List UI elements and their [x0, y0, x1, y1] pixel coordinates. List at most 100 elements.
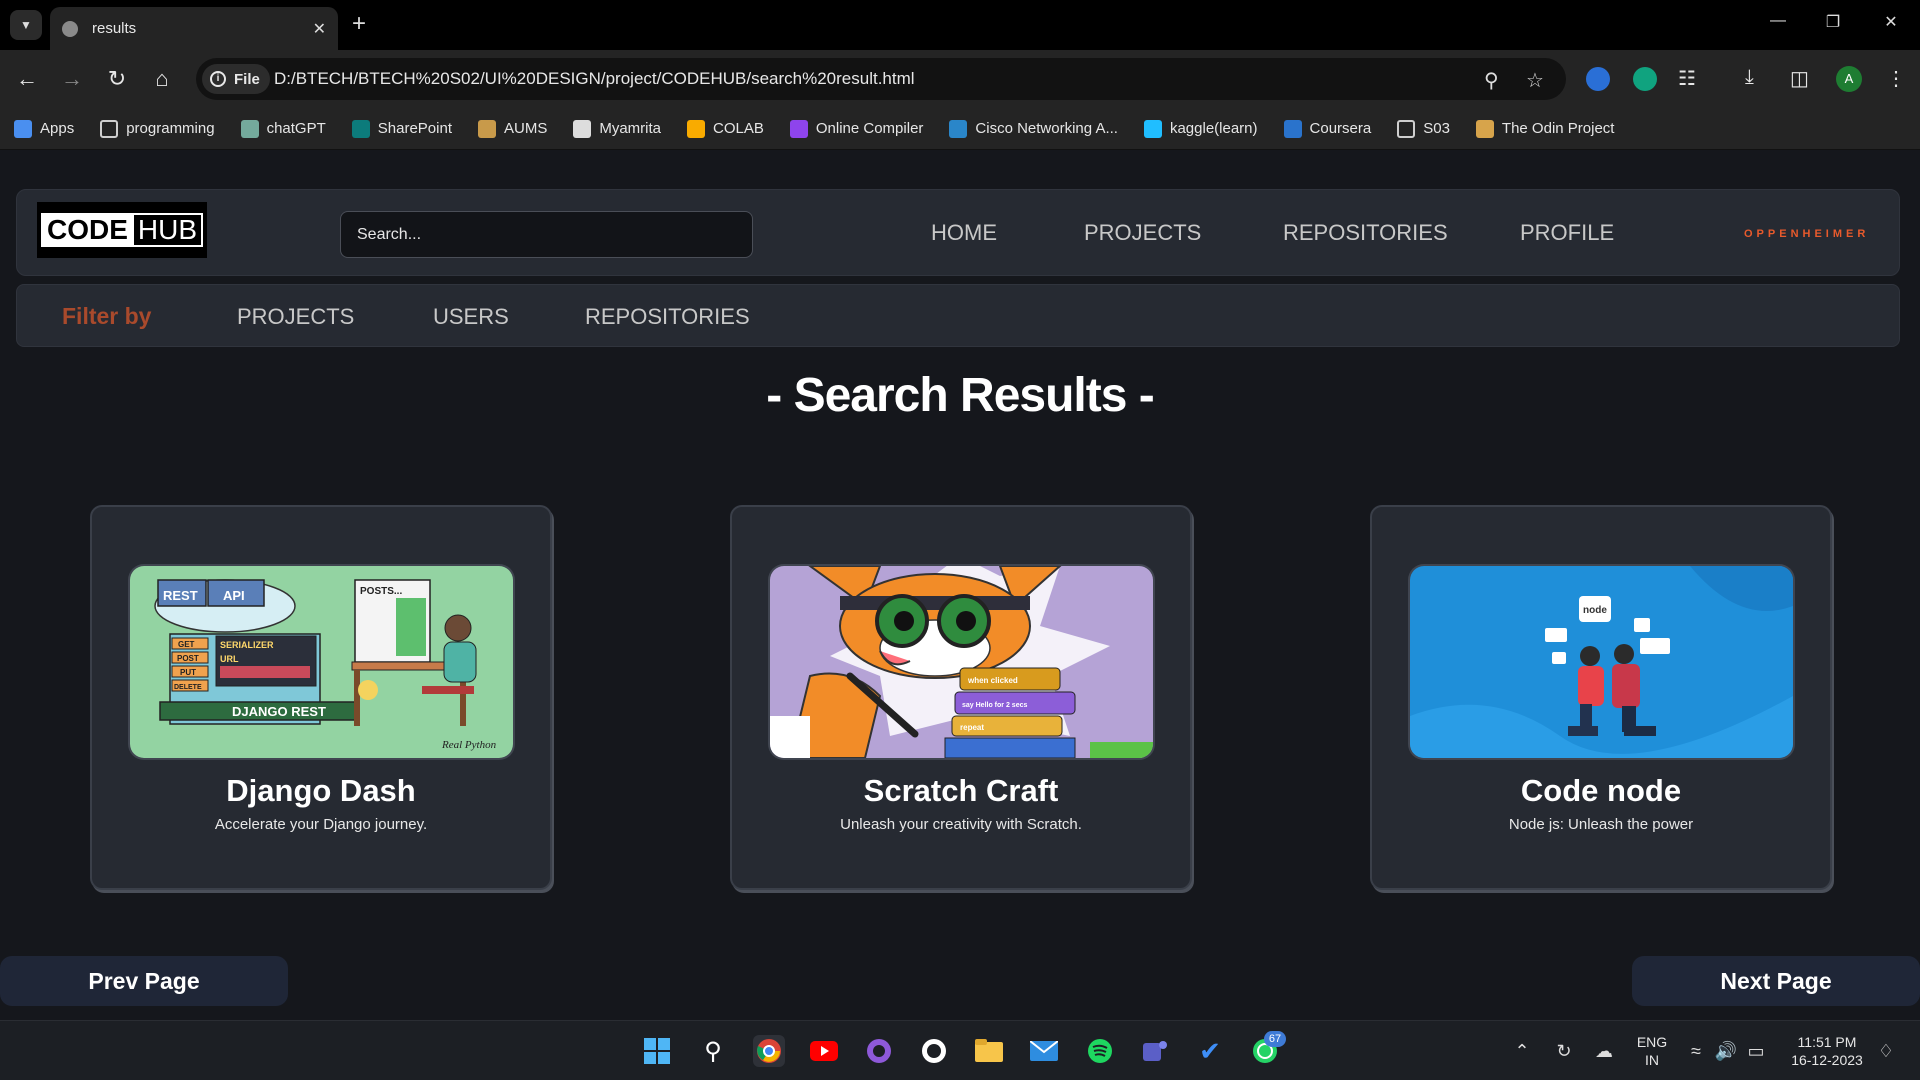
nav-profile[interactable]: PROFILE	[1520, 220, 1614, 246]
nav-repositories[interactable]: REPOSITORIES	[1283, 220, 1448, 246]
codehub-logo[interactable]: CODE HUB	[37, 202, 207, 258]
filter-bar: Filter by PROJECTS USERS REPOSITORIES	[16, 284, 1900, 347]
next-page-button[interactable]: Next Page	[1632, 956, 1920, 1006]
extension-chat-icon[interactable]	[1586, 67, 1610, 91]
prev-page-button[interactable]: Prev Page	[0, 956, 288, 1006]
method-put: PUT	[180, 668, 196, 677]
serializer-text: SERIALIZER	[220, 640, 274, 650]
odin-icon	[1475, 119, 1494, 138]
wifi-icon[interactable]: ≈	[1680, 1035, 1712, 1067]
browser-toolbar: ← → ↻ ⌂ i File D:/BTECH/BTECH%20S02/UI%2…	[0, 50, 1920, 108]
bookmark-item[interactable]: Online Compiler	[789, 119, 923, 138]
mail-icon[interactable]	[1028, 1035, 1060, 1067]
restore-button[interactable]: ❐	[1818, 12, 1848, 32]
filter-projects[interactable]: PROJECTS	[237, 304, 354, 330]
bookmark-star-icon[interactable]: ☆	[1526, 68, 1544, 93]
reload-button[interactable]: ↻	[102, 66, 132, 92]
onedrive-cloud-icon[interactable]: ☁	[1588, 1035, 1620, 1067]
spotify-icon[interactable]	[1084, 1035, 1116, 1067]
filter-label: Filter by	[62, 303, 152, 329]
bookmark-item[interactable]: The Odin Project	[1475, 119, 1614, 138]
project-card-django-dash[interactable]: REST API SERIALIZER URL GET POST PUT DEL…	[90, 505, 552, 890]
bookmark-item[interactable]: Apps	[14, 119, 75, 138]
windows-start-icon[interactable]	[641, 1035, 673, 1067]
battery-icon[interactable]: ▭	[1740, 1035, 1772, 1067]
download-icon[interactable]: ⤓	[1745, 66, 1754, 89]
bookmark-item[interactable]: Coursera	[1283, 119, 1371, 138]
forward-button[interactable]: →	[57, 66, 87, 92]
bookmark-item[interactable]: chatGPT	[240, 119, 326, 138]
notification-bell-icon[interactable]: ♢	[1870, 1035, 1902, 1067]
side-panel-icon[interactable]: ◫	[1790, 66, 1809, 91]
browser-tab-bar: ▼ results ✕ + — ❐ ✕	[0, 0, 1920, 50]
minimize-button[interactable]: —	[1763, 12, 1793, 30]
volume-icon[interactable]: 🔊	[1710, 1035, 1742, 1067]
chrome-icon[interactable]	[753, 1035, 785, 1067]
home-button[interactable]: ⌂	[147, 66, 177, 92]
kaggle-icon	[1143, 119, 1162, 138]
results-title: - Search Results -	[766, 369, 1154, 422]
search-icon[interactable]: ⚲	[697, 1035, 729, 1067]
bookmark-item[interactable]: SharePoint	[351, 119, 452, 138]
github-icon[interactable]	[918, 1035, 950, 1067]
bookmark-item[interactable]: COLAB	[687, 119, 764, 138]
myamrita-icon	[573, 119, 592, 138]
clock-date: 16-12-2023	[1791, 1052, 1863, 1068]
windows-taskbar: ⚲ ✔ 67 ⌃ ↻ ☁ ENG IN ≈ 🔊 ▭ 11:51 PM 16-12…	[0, 1020, 1920, 1080]
bookmark-label: chatGPT	[266, 120, 326, 137]
sync-icon[interactable]: ↻	[1548, 1035, 1580, 1067]
back-button[interactable]: ←	[12, 66, 42, 92]
new-tab-button[interactable]: +	[352, 10, 366, 38]
block-when-clicked: when clicked	[967, 676, 1018, 685]
teams-icon[interactable]	[1139, 1035, 1171, 1067]
posts-text: POSTS...	[360, 586, 402, 597]
search-input[interactable]	[340, 211, 753, 258]
compiler-icon	[789, 119, 808, 138]
card-description: Node js: Unleash the power	[1508, 816, 1694, 833]
menu-kebab-icon[interactable]: ⋮	[1886, 66, 1906, 91]
todo-check-icon[interactable]: ✔	[1194, 1035, 1226, 1067]
language-indicator[interactable]: ENG IN	[1632, 1033, 1672, 1069]
filter-users[interactable]: USERS	[433, 304, 509, 330]
url-text[interactable]: D:/BTECH/BTECH%20S02/UI%20DESIGN/project…	[274, 69, 915, 89]
address-bar[interactable]: i File D:/BTECH/BTECH%20S02/UI%20DESIGN/…	[196, 58, 1566, 100]
bookmark-label: Apps	[40, 120, 75, 137]
chatgpt-extension-icon[interactable]	[1633, 67, 1657, 91]
zoom-icon[interactable]: ⚲	[1484, 68, 1499, 93]
bookmark-label: Myamrita	[599, 120, 661, 137]
nav-projects[interactable]: PROJECTS	[1084, 220, 1201, 246]
bookmark-item[interactable]: programming	[100, 119, 215, 138]
bookmark-label: S03	[1423, 120, 1450, 137]
tab-title: results	[92, 20, 137, 37]
close-window-button[interactable]: ✕	[1876, 12, 1906, 32]
project-card-code-node[interactable]: node Code node Node js: Unleash the powe…	[1370, 505, 1832, 890]
method-get: GET	[178, 640, 195, 649]
site-header: CODE HUB HOME PROJECTS REPOSITORIES PROF…	[16, 189, 1900, 276]
bookmark-item[interactable]: Cisco Networking A...	[949, 119, 1118, 138]
site-info-label: File	[234, 70, 260, 88]
api-text: API	[223, 588, 245, 603]
block-repeat: repeat	[960, 723, 984, 732]
bookmark-item[interactable]: S03	[1397, 119, 1450, 138]
file-explorer-icon[interactable]	[973, 1035, 1005, 1067]
browser-tab-results[interactable]: results ✕	[50, 7, 338, 50]
project-card-scratch-craft[interactable]: when clicked say Hello for 2 secs repeat…	[730, 505, 1192, 890]
clock[interactable]: 11:51 PM 16-12-2023	[1782, 1033, 1872, 1069]
extensions-puzzle-icon[interactable]: ☷	[1678, 66, 1696, 91]
bookmark-item[interactable]: kaggle(learn)	[1143, 119, 1258, 138]
bookmark-item[interactable]: AUMS	[477, 119, 547, 138]
site-info-chip[interactable]: i File	[202, 64, 270, 94]
nav-home[interactable]: HOME	[931, 220, 997, 246]
filter-repositories[interactable]: REPOSITORIES	[585, 304, 750, 330]
bookmark-item[interactable]: Myamrita	[573, 119, 661, 138]
profile-avatar[interactable]: A	[1836, 66, 1862, 92]
bookmark-label: COLAB	[713, 120, 764, 137]
github-desktop-icon[interactable]	[863, 1035, 895, 1067]
username-label[interactable]: OPPENHEIMER	[1744, 228, 1869, 240]
scratch-cat-illustration: when clicked say Hello for 2 secs repeat	[770, 566, 1153, 758]
colab-icon	[687, 119, 705, 138]
show-hidden-icons-chevron-icon[interactable]: ⌃	[1506, 1035, 1538, 1067]
tab-search-button[interactable]: ▼	[10, 10, 42, 40]
close-tab-icon[interactable]: ✕	[313, 19, 326, 39]
youtube-icon[interactable]	[808, 1035, 840, 1067]
